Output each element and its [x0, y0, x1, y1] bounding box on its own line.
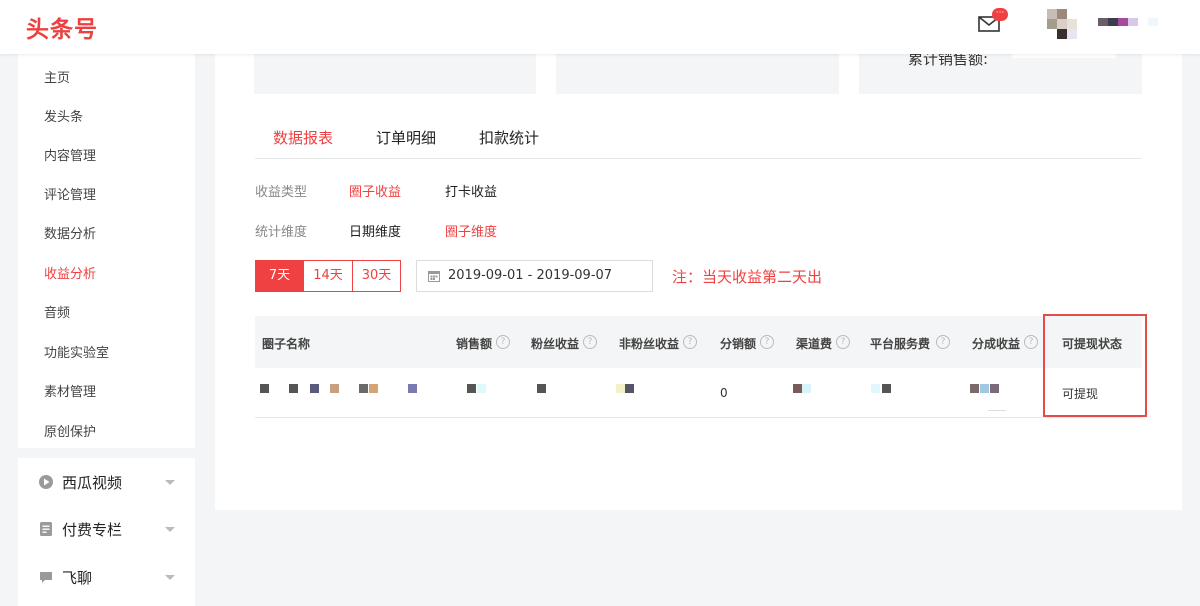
- date-range-value: 2019-09-01 - 2019-09-07: [448, 268, 613, 283]
- chevron-down-icon: [165, 527, 175, 532]
- avatar[interactable]: [1047, 9, 1077, 39]
- blurred-value: [537, 384, 546, 393]
- income-delay-note: 注：当天收益第二天出: [672, 268, 823, 286]
- row-divider: [255, 417, 1142, 418]
- app-logo[interactable]: 头条号: [26, 10, 98, 44]
- date-range-picker[interactable]: 2019-09-01 - 2019-09-07: [416, 260, 653, 292]
- blurred-value: [260, 384, 269, 393]
- range-30-days-button[interactable]: 30天: [352, 260, 401, 292]
- help-icon[interactable]: ?: [1024, 335, 1038, 349]
- help-icon[interactable]: ?: [936, 335, 950, 349]
- blurred-value: [970, 384, 979, 393]
- sidebar-group-label: 西瓜视频: [62, 474, 123, 492]
- blurred-value: [980, 384, 989, 393]
- distribution-value: 0: [720, 386, 728, 400]
- column-channel-fee: 渠道费: [796, 337, 833, 351]
- help-icon[interactable]: ?: [583, 335, 597, 349]
- blurred-value: [408, 384, 417, 393]
- sidebar-item-content[interactable]: 内容管理: [44, 145, 96, 164]
- chevron-down-icon: [165, 575, 175, 580]
- chat-icon: [40, 572, 52, 583]
- column-platform-fee: 平台服务费: [870, 337, 931, 351]
- blurred-value: [990, 384, 999, 393]
- sidebar-group-label: 付费专栏: [62, 521, 123, 539]
- play-circle-icon: [39, 475, 53, 489]
- column-share-income: 分成收益: [972, 337, 1021, 351]
- income-type-label: 收益类型: [255, 185, 308, 200]
- income-type-circle[interactable]: 圈子收益: [349, 181, 401, 200]
- column-non-fan-income: 非粉丝收益: [619, 337, 680, 351]
- sidebar-item-originality[interactable]: 原创保护: [44, 421, 96, 440]
- username-blurred[interactable]: [1098, 18, 1158, 26]
- tab-data-report[interactable]: 数据报表: [273, 127, 333, 148]
- blurred-value: [359, 384, 368, 393]
- sidebar-item-publish[interactable]: 发头条: [44, 106, 83, 125]
- column-circle-name: 圈子名称: [262, 337, 311, 351]
- blurred-value: [289, 384, 298, 393]
- blurred-value: [616, 384, 625, 393]
- top-bar: 头条号 ···: [0, 0, 1200, 54]
- sidebar-item-materials[interactable]: 素材管理: [44, 381, 96, 400]
- sidebar-group-xigua[interactable]: 西瓜视频: [18, 459, 195, 505]
- chevron-down-icon: [165, 480, 175, 485]
- calendar-icon: [428, 271, 440, 282]
- blurred-value: [793, 384, 802, 393]
- blurred-value: [310, 384, 319, 393]
- stat-card: [556, 54, 839, 94]
- sidebar-item-income-analysis[interactable]: 收益分析: [44, 263, 96, 282]
- highlight-box: [1043, 314, 1147, 417]
- dimension-date[interactable]: 日期维度: [349, 221, 401, 240]
- income-type-checkin[interactable]: 打卡收益: [445, 181, 497, 200]
- tab-order-details[interactable]: 订单明细: [376, 127, 436, 148]
- dimension-label: 统计维度: [255, 225, 308, 240]
- stat-card: [254, 54, 536, 94]
- sidebar-item-comments[interactable]: 评论管理: [44, 184, 96, 203]
- sidebar-group-paid-column[interactable]: 付费专栏: [18, 506, 195, 552]
- column-distribution: 分销额: [720, 337, 757, 351]
- range-7-days-button[interactable]: 7天: [255, 260, 304, 292]
- blurred-value: [467, 384, 476, 393]
- range-14-days-button[interactable]: 14天: [303, 260, 353, 292]
- tab-deduction-stats[interactable]: 扣款统计: [479, 127, 539, 148]
- column-sales: 销售额: [456, 337, 493, 351]
- blurred-value: [988, 410, 1006, 411]
- help-icon[interactable]: ?: [683, 335, 697, 349]
- blurred-value: [330, 384, 339, 393]
- blurred-value: [871, 384, 880, 393]
- dimension-circle[interactable]: 圈子维度: [445, 221, 497, 240]
- notification-badge: ···: [992, 8, 1008, 21]
- help-icon[interactable]: ?: [496, 335, 510, 349]
- document-icon: [40, 522, 52, 536]
- sidebar-item-audio[interactable]: 音频: [44, 302, 70, 321]
- help-icon[interactable]: ?: [760, 335, 774, 349]
- column-fan-income: 粉丝收益: [531, 337, 580, 351]
- help-icon[interactable]: ?: [836, 335, 850, 349]
- sidebar-item-home[interactable]: 主页: [44, 67, 70, 86]
- sidebar-group-label: 飞聊: [62, 569, 93, 587]
- blurred-value: [477, 384, 486, 393]
- blurred-value: [882, 384, 891, 393]
- sidebar-item-lab[interactable]: 功能实验室: [44, 342, 109, 361]
- blurred-value: [1012, 54, 1116, 58]
- blurred-value: [369, 384, 378, 393]
- sidebar-group-feiliao[interactable]: 飞聊: [18, 554, 195, 600]
- blurred-value: [802, 384, 811, 393]
- blurred-value: [625, 384, 634, 393]
- stat-card: [859, 54, 1142, 94]
- sidebar-item-data-analysis[interactable]: 数据分析: [44, 223, 96, 242]
- tab-divider: [255, 158, 1142, 159]
